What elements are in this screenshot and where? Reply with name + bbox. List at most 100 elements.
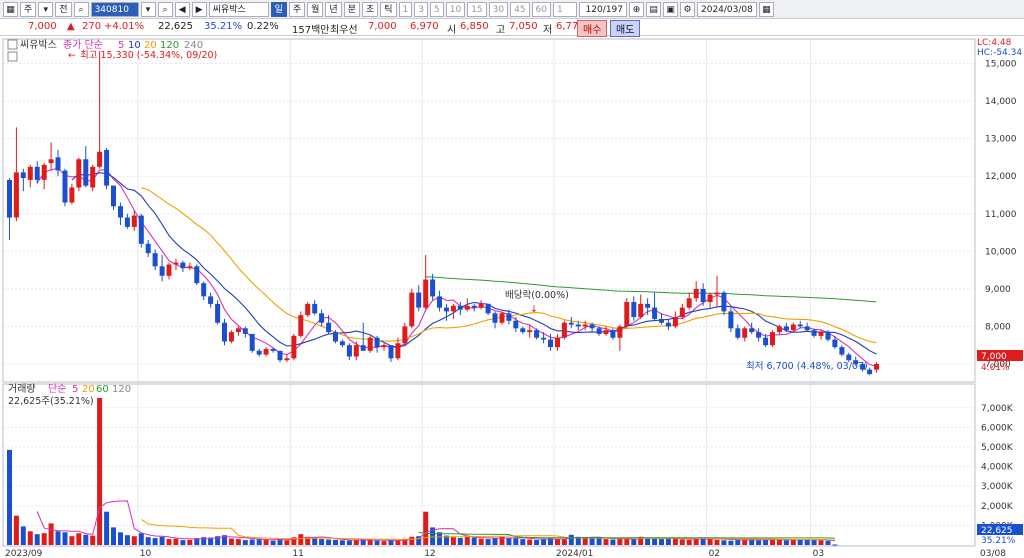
candle-body <box>152 253 158 267</box>
candle-body <box>27 166 33 180</box>
search-icon[interactable]: ⌕ <box>73 1 89 17</box>
volume-bar <box>381 541 387 545</box>
calendar-icon[interactable]: ▦ <box>758 1 774 17</box>
candle-body <box>124 217 130 227</box>
candle-body <box>478 303 484 308</box>
volume-bar <box>527 539 533 545</box>
hc-label: HC:-54.34 <box>977 48 1022 58</box>
candle-body <box>464 305 470 310</box>
buy-button[interactable]: 매수 <box>577 20 608 37</box>
prev-stock-icon[interactable]: ◀ <box>174 1 190 17</box>
price-axis-tick: 8,000 <box>985 322 1011 332</box>
high-price: 7,050 <box>509 21 538 32</box>
gear-icon[interactable]: ⚙ <box>680 1 695 17</box>
interval-5[interactable]: 5 <box>430 1 444 17</box>
volume-bar <box>450 537 456 545</box>
candle-body <box>360 345 366 351</box>
volume-bar <box>173 538 179 545</box>
low-note: 최저 6,700 (4.48%, 03/07) <box>746 361 868 372</box>
mode-select[interactable]: 주 <box>20 1 37 17</box>
dropdown-arrow-icon[interactable]: ▾ <box>38 1 54 17</box>
period-tick[interactable]: 틱 <box>380 1 397 17</box>
candle-body <box>437 296 442 308</box>
candle-body <box>582 324 588 327</box>
dividend-arrow-icon: ↓ <box>530 304 538 315</box>
volume-bar <box>776 539 782 545</box>
code-dropdown-icon[interactable]: ▾ <box>140 1 156 17</box>
candle-body <box>173 262 179 265</box>
turnover-rate: 0.22% <box>247 21 279 32</box>
volume-axis-tick: 6,000K <box>981 423 1014 433</box>
volume-bar <box>90 535 96 545</box>
volume-bar <box>27 531 33 545</box>
interval-60[interactable]: 60 <box>531 1 551 17</box>
date-input[interactable]: 2024/03/08 <box>697 1 757 17</box>
interval-30[interactable]: 30 <box>488 1 509 17</box>
volume-bar <box>596 538 602 545</box>
candle-body <box>409 292 415 327</box>
save-icon[interactable]: ▣ <box>663 1 678 17</box>
volume-bar <box>825 540 831 545</box>
stock-code-input[interactable]: 340810 <box>90 1 139 17</box>
next-stock-icon[interactable]: ▶ <box>191 1 207 17</box>
candle-body <box>485 303 491 314</box>
candle-body <box>402 326 408 344</box>
candle-body <box>242 328 248 334</box>
volume-bar <box>187 539 193 545</box>
sell-button[interactable]: 매도 <box>610 20 641 37</box>
candle-body <box>596 328 602 334</box>
volume-bar <box>423 511 429 545</box>
candle-body <box>319 313 325 323</box>
volume-bar <box>561 539 567 545</box>
candle-body <box>180 262 186 269</box>
volume-panel-title: 거래량 <box>8 383 36 395</box>
interval-45[interactable]: 45 <box>510 1 530 17</box>
period-day[interactable]: 일 <box>270 1 287 17</box>
candle-body <box>97 151 103 167</box>
vol-ma60-label: 60 <box>96 384 109 395</box>
interval-10[interactable]: 10 <box>445 1 466 17</box>
period-year[interactable]: 년 <box>325 1 342 17</box>
candle-body <box>430 279 436 297</box>
candle-body <box>721 292 727 312</box>
type-select[interactable]: 전 <box>55 1 72 17</box>
interval-3[interactable]: 3 <box>414 1 428 17</box>
candle-body <box>652 307 658 319</box>
volume-bar <box>34 534 40 545</box>
link-icon[interactable]: ⊕ <box>629 1 644 17</box>
volume-bar <box>686 539 692 545</box>
candle-body <box>825 332 831 340</box>
candle-body <box>561 322 567 338</box>
candle-body <box>34 166 40 180</box>
unit-select[interactable]: 1 <box>553 1 577 17</box>
stock-chart[interactable]: 15,000 14,000 13,000 12,000 11,000 10,000 9,00… <box>0 36 1024 558</box>
volume-bar <box>55 531 61 545</box>
interval-1[interactable]: 1 <box>398 1 413 17</box>
candle-body <box>346 345 352 357</box>
candle-body <box>277 350 283 361</box>
vol-ma120-label: 120 <box>112 384 131 395</box>
panel-settings-icon[interactable] <box>7 51 18 62</box>
candle-body <box>333 332 338 342</box>
fit-icon[interactable]: ▤ <box>646 1 661 17</box>
candle-body <box>603 330 609 334</box>
period-week[interactable]: 주 <box>288 1 306 17</box>
candle-body <box>187 266 193 269</box>
period-second[interactable]: 초 <box>361 1 379 17</box>
period-minute[interactable]: 분 <box>343 1 360 17</box>
candle-body <box>575 324 581 327</box>
candle-body <box>388 345 394 359</box>
volume-bar <box>159 536 165 545</box>
candle-body <box>305 303 311 316</box>
count-input[interactable]: 120/197 <box>579 1 627 17</box>
interval-15[interactable]: 15 <box>467 1 487 17</box>
current-price: 7,000 <box>28 21 57 32</box>
panel-menu-icon[interactable] <box>7 39 18 50</box>
code-search-icon[interactable]: ⌕ <box>157 1 173 17</box>
volume-bar <box>41 533 47 545</box>
period-month[interactable]: 월 <box>307 1 324 17</box>
candle-body <box>555 337 560 348</box>
candle-body <box>548 339 553 348</box>
window-menu-icon[interactable]: ▦ <box>3 1 18 17</box>
candle-body <box>367 337 373 351</box>
